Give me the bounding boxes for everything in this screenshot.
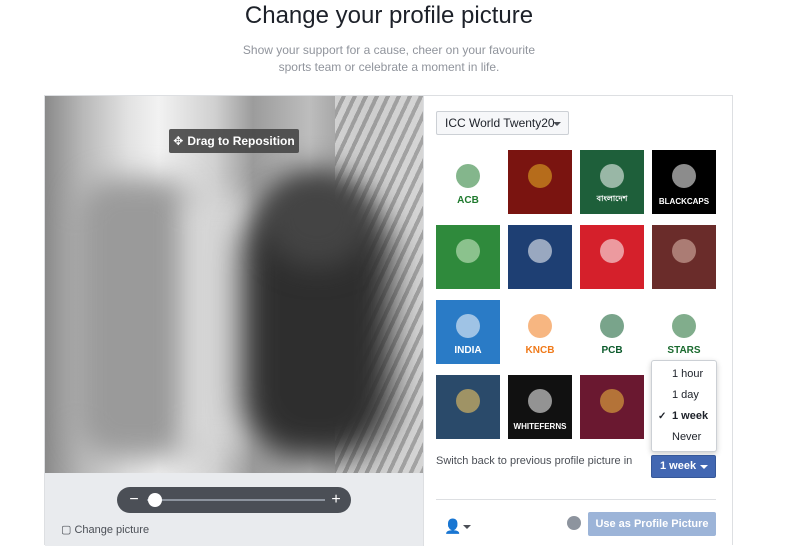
chevron-down-icon: [553, 122, 561, 126]
expiry-option[interactable]: ✓ 1 week: [652, 406, 716, 427]
subtitle-line-1: Show your support for a cause, cheer on …: [242, 43, 536, 57]
use-as-profile-picture-button[interactable]: Use as Profile Picture: [588, 512, 716, 536]
expiry-option-label: 1 week: [672, 410, 709, 422]
frame-text: BLACKCAPS: [658, 197, 710, 206]
frames-panel: ICC World Twenty20 ACB বাংলাদেশ BLACKCAPS I…: [424, 96, 734, 546]
frame-option[interactable]: PCB: [580, 300, 644, 364]
frame-emblem: [600, 389, 624, 413]
frame-option[interactable]: [436, 375, 500, 439]
frame-emblem: [456, 164, 480, 188]
subtitle-line-2: sports team or celebrate a moment in lif…: [278, 60, 500, 74]
frame-option[interactable]: [652, 225, 716, 289]
photo-crop-area[interactable]: [62, 158, 408, 458]
globe-icon: [567, 516, 581, 530]
frame-text: INDIA: [454, 345, 482, 356]
expiry-dropdown-menu: 1 hour 1 day ✓ 1 week Never: [651, 360, 717, 452]
move-arrows-icon: ✥: [173, 134, 184, 148]
frame-option[interactable]: [436, 225, 500, 289]
frame-text: KNCB: [525, 345, 555, 356]
frame-option[interactable]: ACB: [436, 150, 500, 214]
zoom-handle[interactable]: [148, 493, 162, 507]
zoom-out-icon[interactable]: −: [121, 487, 147, 513]
frame-option[interactable]: WHITEFERNS: [508, 375, 572, 439]
frame-emblem: [672, 239, 696, 263]
expiry-option-label: 1 hour: [672, 368, 704, 380]
chevron-down-icon: [700, 465, 708, 469]
expiry-dropdown-button[interactable]: 1 week: [651, 455, 716, 478]
frame-option[interactable]: INDIA: [436, 300, 500, 364]
frame-emblem: [456, 389, 480, 413]
frame-option[interactable]: KNCB: [508, 300, 572, 364]
frame-option[interactable]: [508, 225, 572, 289]
frame-category-select[interactable]: ICC World Twenty20: [436, 111, 569, 135]
frame-emblem: [672, 164, 696, 188]
expiry-option[interactable]: 1 day: [652, 385, 716, 406]
friends-icon: 👤: [444, 518, 462, 534]
frame-emblem: [600, 164, 624, 188]
frame-text: STARS: [667, 345, 701, 356]
frame-emblem: [600, 239, 624, 263]
frame-emblem: [672, 314, 696, 338]
frame-option[interactable]: [508, 150, 572, 214]
audience-selector[interactable]: 👤: [444, 518, 472, 535]
divider: [436, 499, 716, 500]
blurred-figure: [76, 178, 196, 458]
frame-option[interactable]: STARS: [652, 300, 716, 364]
zoom-in-icon[interactable]: +: [323, 487, 349, 513]
photo-editor: ✥ Drag to Reposition − + ▢ Change picture: [45, 96, 424, 546]
profile-picture-card: ✥ Drag to Reposition − + ▢ Change picture…: [44, 95, 734, 546]
frame-option[interactable]: [580, 375, 644, 439]
frame-category-value: ICC World Twenty20: [445, 116, 555, 130]
frame-emblem: [600, 314, 624, 338]
frame-emblem: [528, 314, 552, 338]
expiry-option[interactable]: 1 hour: [652, 364, 716, 385]
check-icon: ✓: [658, 411, 667, 422]
frame-emblem: [528, 164, 552, 188]
expiry-option-label: Never: [672, 431, 702, 443]
picture-icon: ▢: [61, 524, 72, 536]
photo-preview[interactable]: ✥ Drag to Reposition: [45, 96, 423, 473]
frame-option[interactable]: বাংলাদেশ: [580, 150, 644, 214]
expiry-option-label: 1 day: [672, 389, 699, 401]
frame-emblem: [528, 239, 552, 263]
blurred-figure: [262, 168, 372, 268]
change-picture-link[interactable]: ▢ Change picture: [61, 523, 149, 536]
frame-option[interactable]: [580, 225, 644, 289]
page-subtitle: Show your support for a cause, cheer on …: [0, 42, 778, 76]
zoom-slider[interactable]: − +: [117, 487, 351, 513]
frame-text: বাংলাদেশ: [596, 194, 628, 203]
frame-emblem: [456, 239, 480, 263]
drag-to-reposition-button[interactable]: ✥ Drag to Reposition: [169, 129, 299, 153]
expiry-option[interactable]: Never: [652, 427, 716, 448]
change-picture-label: Change picture: [74, 524, 150, 536]
drag-label: Drag to Reposition: [187, 134, 295, 148]
frame-emblem: [528, 389, 552, 413]
expiry-selected-value: 1 week: [660, 460, 697, 472]
frame-option[interactable]: BLACKCAPS: [652, 150, 716, 214]
switch-back-label: Switch back to previous profile picture …: [436, 455, 633, 467]
frame-text: ACB: [457, 195, 479, 206]
page-title: Change your profile picture: [244, 2, 534, 29]
frame-emblem: [456, 314, 480, 338]
frame-text: PCB: [601, 345, 623, 356]
zoom-track[interactable]: [147, 499, 325, 501]
frame-text: WHITEFERNS: [513, 422, 567, 431]
